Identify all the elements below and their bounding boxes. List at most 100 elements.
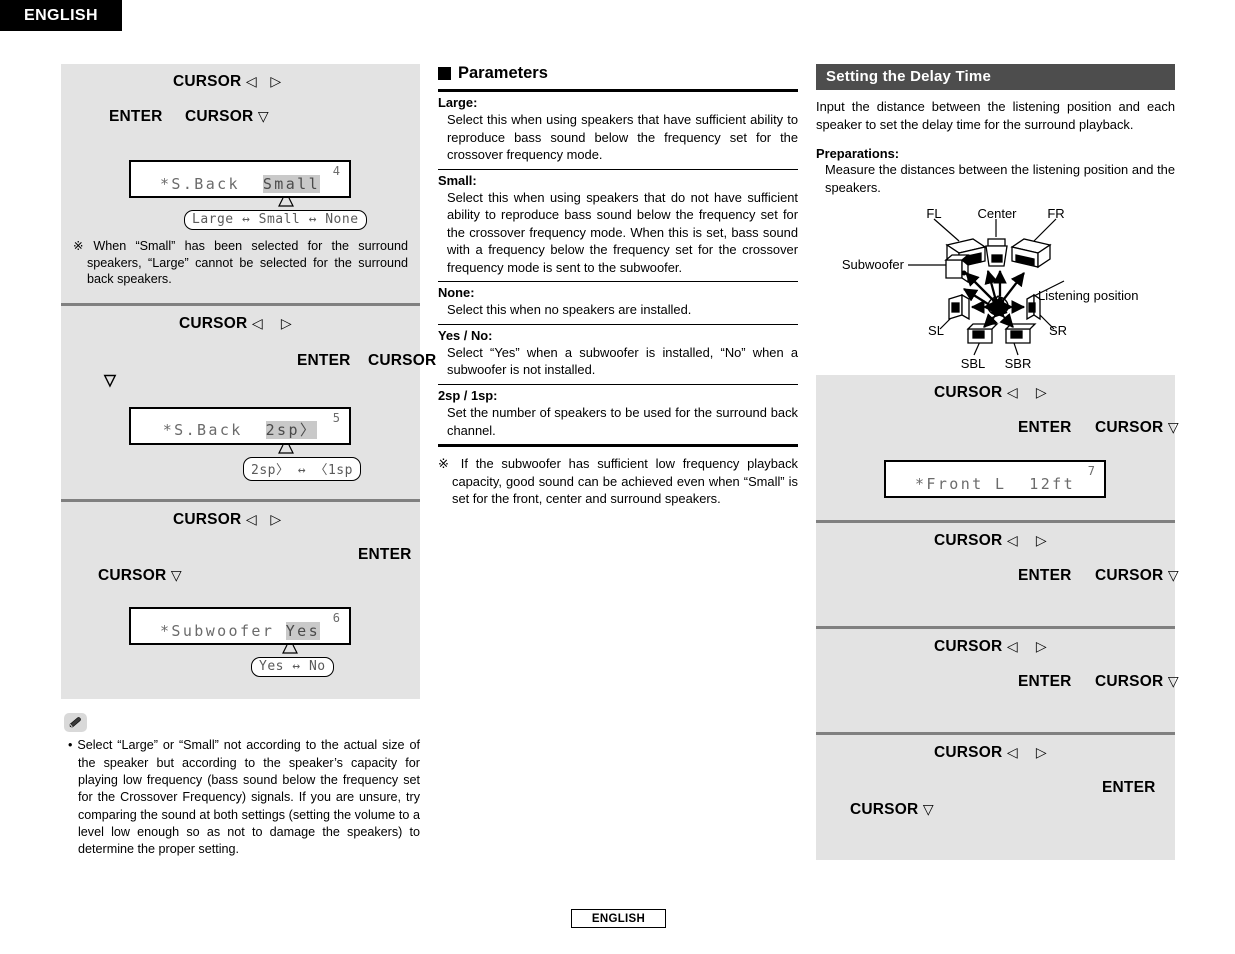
lcd-prefix: *S.Back xyxy=(162,421,266,440)
language-tab-header: ENGLISH xyxy=(0,0,122,31)
section-intro-text: Input the distance between the listening… xyxy=(816,99,1175,132)
param-definition: Select this when using speakers that do … xyxy=(447,189,798,275)
param-definition: Select this when using speakers that hav… xyxy=(447,112,798,163)
cursor-down-icon: ▽ xyxy=(1167,672,1179,689)
key-hints-step-7: CURSOR ◁ ▷ ENTER CURSOR ▽ xyxy=(816,375,1179,444)
key-enter-9[interactable]: ENTER xyxy=(1018,674,1072,690)
label-sr: SR xyxy=(1049,323,1067,338)
step-panel-4: CURSOR ◁ ▷ ENTER CURSOR ▽ 4 *S.Back Smal… xyxy=(61,64,420,304)
param-term: Large: xyxy=(438,95,478,110)
key-hints-step-6: CURSOR ◁ ▷ ENTER CURSOR ▽ xyxy=(61,502,420,591)
label-subwoofer: Subwoofer xyxy=(842,257,905,272)
mid-column: Parameters Large: Select this when using… xyxy=(438,64,798,508)
lcd-value: Yes xyxy=(285,622,321,641)
footer-language-label: ENGLISH xyxy=(591,912,646,925)
lcd-options-4: Large ↔ Small ↔ None xyxy=(184,210,367,230)
lcd-options-5: 2sp〉 ↔ 〈1sp xyxy=(243,457,361,482)
step-panel-10: CURSOR ◁ ▷ ENTER CURSOR ▽ xyxy=(816,731,1175,860)
lcd-screen-6: 6 *Subwoofer Yes xyxy=(129,607,351,646)
key-label: CURSOR xyxy=(179,315,248,333)
cursor-right-icon: ▷ xyxy=(1035,637,1047,654)
note-text: When “Small” has been selected for the s… xyxy=(87,239,408,287)
cursor-right-icon: ▷ xyxy=(1035,743,1047,760)
cursor-left-icon: ◁ xyxy=(1006,637,1018,654)
param-none: None: Select this when no speakers are i… xyxy=(438,282,798,324)
key-cursor-down-6[interactable]: CURSOR ▽ xyxy=(98,568,182,584)
key-cursor-lr-9[interactable]: CURSOR ◁ ▷ xyxy=(934,637,1047,655)
cursor-down-icon-5: ▽ xyxy=(104,372,117,390)
key-hints-step-10: CURSOR ◁ ▷ ENTER CURSOR ▽ xyxy=(816,735,1175,826)
mid-note: ※ If the subwoofer has sufficient low fr… xyxy=(438,447,798,508)
lcd-screen-4: 4 *S.Back Small xyxy=(129,160,351,198)
key-enter-8[interactable]: ENTER xyxy=(1018,568,1072,584)
preparations-term: Preparations: xyxy=(816,146,900,162)
key-enter-7[interactable]: ENTER xyxy=(1018,420,1072,436)
cursor-left-icon: ◁ xyxy=(245,511,257,528)
param-small: Small: Select this when using speakers t… xyxy=(438,170,798,282)
cursor-down-icon: ▽ xyxy=(922,800,934,817)
label-sbl: SBL xyxy=(961,356,986,371)
key-label: CURSOR xyxy=(185,108,254,125)
key-hints-step-5: CURSOR ◁ ▷ ENTER CURSOR ▽ xyxy=(61,306,436,395)
key-cursor-down-9[interactable]: CURSOR ▽ xyxy=(1095,672,1179,690)
speaker-layout-diagram: FL Center FR Subwoofer Listening positio… xyxy=(816,203,1175,375)
label-fl: FL xyxy=(926,206,941,221)
square-bullet-icon xyxy=(438,67,451,80)
key-cursor-lr-8[interactable]: CURSOR ◁ ▷ xyxy=(934,531,1047,549)
key-label: CURSOR xyxy=(934,637,1003,655)
lcd-value: 12ft xyxy=(1029,474,1076,493)
key-cursor-lr-10[interactable]: CURSOR ◁ ▷ xyxy=(934,743,1047,761)
key-label: CURSOR xyxy=(1095,418,1164,436)
step-panel-8: CURSOR ◁ ▷ ENTER CURSOR ▽ xyxy=(816,519,1179,626)
key-cursor-lr-6[interactable]: CURSOR ◁ ▷ xyxy=(173,512,281,528)
lcd-display-7: 7 *Front L 12ft xyxy=(884,459,1167,498)
key-label: CURSOR xyxy=(934,531,1003,549)
language-tab-label: ENGLISH xyxy=(24,6,98,24)
pencil-glyph xyxy=(69,717,81,728)
bullet-icon: • xyxy=(68,738,73,753)
cursor-down-icon: ▽ xyxy=(1167,566,1179,583)
cursor-left-icon: ◁ xyxy=(1006,743,1018,760)
label-sl: SL xyxy=(928,323,944,338)
key-enter-5[interactable]: ENTER xyxy=(297,353,351,369)
key-cursor-down-8[interactable]: CURSOR ▽ xyxy=(1095,566,1179,584)
cursor-left-icon: ◁ xyxy=(1006,383,1018,400)
key-enter-4[interactable]: ENTER xyxy=(109,109,163,125)
lcd-line-4: *S.Back Small xyxy=(131,175,349,193)
lcd-screen-5: 5 *S.Back 2sp〉 xyxy=(129,407,351,446)
cursor-right-icon: ▷ xyxy=(1035,531,1047,548)
lcd-prefix: *Front L xyxy=(914,474,1030,493)
section-title-label: Setting the Delay Time xyxy=(826,68,991,85)
step-panel-5: CURSOR ◁ ▷ ENTER CURSOR ▽ 5 *S.Back 2sp〉 xyxy=(61,303,436,500)
key-enter-10[interactable]: ENTER xyxy=(1102,780,1156,796)
key-enter-6[interactable]: ENTER xyxy=(358,547,412,563)
key-cursor-lr-7[interactable]: CURSOR ◁ ▷ xyxy=(934,383,1047,401)
lcd-line-5: *S.Back 2sp〉 xyxy=(131,419,349,440)
lcd-prefix: *Subwoofer xyxy=(159,622,286,641)
cursor-down-icon: ▽ xyxy=(170,567,182,584)
key-cursor-down-5[interactable]: CURSOR xyxy=(368,353,436,369)
preparations-definition: Measure the distances between the listen… xyxy=(825,162,1175,196)
key-cursor-down-4[interactable]: CURSOR ▽ xyxy=(185,109,269,125)
key-label: CURSOR xyxy=(850,800,919,818)
key-hints-step-4: CURSOR ◁ ▷ ENTER CURSOR ▽ xyxy=(61,64,420,138)
key-cursor-down-10[interactable]: CURSOR ▽ xyxy=(850,800,934,818)
step-panel-7: CURSOR ◁ ▷ ENTER CURSOR ▽ 7 *Front L 12f… xyxy=(816,374,1179,520)
key-cursor-lr-5[interactable]: CURSOR ◁ ▷ xyxy=(179,316,292,332)
key-cursor-down-7[interactable]: CURSOR ▽ xyxy=(1095,418,1179,436)
param-definition: Select this when no speakers are install… xyxy=(447,302,692,318)
right-column: Setting the Delay Time Input the distanc… xyxy=(816,64,1179,860)
key-hints-step-8: CURSOR ◁ ▷ ENTER CURSOR ▽ xyxy=(816,523,1179,596)
param-term: None: xyxy=(438,285,475,301)
cursor-down-icon: ▽ xyxy=(257,108,269,124)
speaker-sbr-icon xyxy=(1004,323,1037,344)
lcd-value: Small xyxy=(262,175,321,193)
lcd-prefix: *S.Back xyxy=(159,175,263,193)
key-label: CURSOR xyxy=(173,511,242,529)
pencil-note-text: • Select “Large” or “Small” not accordin… xyxy=(68,737,420,859)
cursor-right-icon: ▷ xyxy=(280,315,292,332)
key-label: CURSOR xyxy=(934,383,1003,401)
param-term: 2sp / 1sp: xyxy=(438,388,498,404)
left-column: CURSOR ◁ ▷ ENTER CURSOR ▽ 4 *S.Back Smal… xyxy=(61,64,436,859)
key-cursor-lr-4[interactable]: CURSOR ◁ ▷ xyxy=(173,74,281,90)
